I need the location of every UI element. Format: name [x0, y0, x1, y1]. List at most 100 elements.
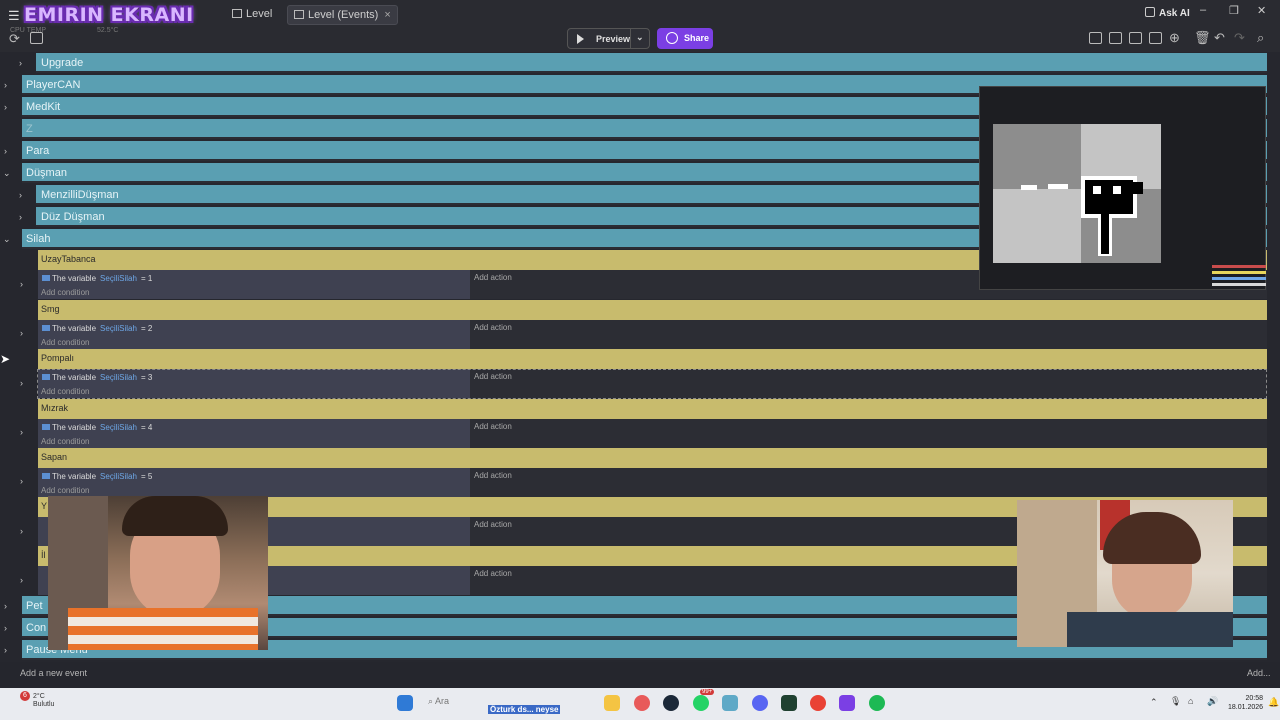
chevron-right-icon[interactable]: ›: [4, 102, 7, 112]
condition-line[interactable]: The variable SeçiliSilah = 5: [42, 472, 152, 481]
condition-block[interactable]: The variable SeçiliSilah = 1 Add condition: [38, 270, 470, 299]
taskbar-search[interactable]: ⌕ Ara: [428, 696, 449, 707]
chrome-icon[interactable]: [810, 695, 826, 711]
chevron-right-icon[interactable]: ›: [4, 80, 7, 90]
action-block[interactable]: Add action: [470, 468, 1267, 497]
save-icon[interactable]: [30, 32, 43, 44]
undo-icon[interactable]: ↶: [1214, 30, 1225, 46]
condition-prefix: The variable: [52, 423, 97, 432]
add-circle-icon[interactable]: ⊕: [1169, 30, 1180, 46]
add-group-icon[interactable]: [1089, 32, 1102, 44]
share-button[interactable]: Share: [657, 28, 713, 49]
chevron-right-icon[interactable]: ›: [4, 601, 7, 611]
chevron-right-icon[interactable]: ›: [20, 526, 23, 536]
group-label: MenzilliDüşman: [41, 189, 119, 201]
redo-icon[interactable]: ↷: [1234, 30, 1245, 46]
construct-icon[interactable]: [839, 695, 855, 711]
ask-ai-button[interactable]: Ask AI: [1145, 7, 1190, 19]
tray-chevron-up-icon[interactable]: ⌃: [1150, 697, 1158, 708]
chevron-down-icon[interactable]: ⌄: [3, 168, 11, 179]
event-header[interactable]: Smg: [38, 300, 1267, 320]
group-label: Z: [26, 123, 33, 135]
windows-start-icon[interactable]: [397, 695, 413, 711]
hamburger-menu-icon[interactable]: ☰: [8, 8, 20, 24]
notifications-icon[interactable]: 🔔: [1268, 697, 1279, 708]
search-icon[interactable]: ⌕: [1257, 30, 1264, 46]
whatsapp-icon[interactable]: [693, 695, 709, 711]
close-window-icon[interactable]: ✕: [1257, 4, 1266, 17]
action-block[interactable]: Add action: [470, 419, 1267, 448]
clock-date: 18.01.2026: [1228, 704, 1264, 711]
discord-icon[interactable]: [752, 695, 768, 711]
chevron-right-icon[interactable]: ›: [4, 146, 7, 156]
variable-name: SeçiliSilah: [100, 423, 137, 432]
chevron-right-icon[interactable]: ›: [19, 58, 22, 68]
condition-line[interactable]: The variable SeçiliSilah = 4: [42, 423, 152, 432]
add-action-link[interactable]: Add action: [474, 323, 512, 332]
add-action-link[interactable]: Add action: [474, 273, 512, 282]
variable-name: SeçiliSilah: [100, 324, 137, 333]
microphone-icon[interactable]: 🎙: [1170, 696, 1181, 707]
add-folder-icon[interactable]: [1109, 32, 1122, 44]
condition-block[interactable]: The variable SeçiliSilah = 4 Add condition: [38, 419, 470, 448]
event-header[interactable]: Pompalı: [38, 349, 1267, 369]
add-action-link[interactable]: Add action: [474, 569, 512, 578]
event-header[interactable]: Sapan: [38, 448, 1267, 468]
add-action-link[interactable]: Add action: [474, 520, 512, 529]
chevron-down-icon[interactable]: ⌄: [3, 234, 11, 245]
volume-icon[interactable]: 🔊: [1207, 696, 1218, 707]
maximize-icon[interactable]: ❐: [1229, 4, 1239, 17]
add-condition-link[interactable]: Add condition: [41, 288, 89, 297]
add-condition-link[interactable]: Add condition: [41, 486, 89, 495]
chevron-right-icon[interactable]: ›: [4, 645, 7, 655]
chevron-right-icon[interactable]: ›: [4, 623, 7, 633]
weather-widget[interactable]: 2°C Bulutlu: [33, 693, 54, 709]
chat-icon[interactable]: [1149, 32, 1162, 44]
minimize-icon[interactable]: –: [1200, 4, 1206, 16]
tab-level[interactable]: Level: [226, 5, 278, 25]
close-tab-icon[interactable]: ×: [384, 9, 390, 21]
add-action-link[interactable]: Add action: [474, 422, 512, 431]
chevron-right-icon[interactable]: ›: [19, 212, 22, 222]
event-header[interactable]: Mızrak: [38, 399, 1267, 419]
condition-block[interactable]: The variable SeçiliSilah = 5 Add condition: [38, 468, 470, 497]
add-comment-icon[interactable]: [1129, 32, 1142, 44]
chevron-right-icon[interactable]: ›: [20, 279, 23, 289]
add-action-link[interactable]: Add action: [474, 471, 512, 480]
chevron-down-icon[interactable]: ⌄: [636, 32, 644, 43]
operator: =: [140, 423, 146, 432]
condition-line[interactable]: The variable SeçiliSilah = 1: [42, 274, 152, 283]
add-condition-link[interactable]: Add condition: [41, 338, 89, 347]
condition-line[interactable]: The variable SeçiliSilah = 2: [42, 324, 152, 333]
share-label: Share: [684, 33, 710, 43]
preview-button[interactable]: Preview ⌄: [567, 28, 650, 49]
debug-bar-blue: [1212, 277, 1266, 280]
file-explorer-icon[interactable]: [604, 695, 620, 711]
chevron-right-icon[interactable]: ›: [20, 378, 23, 388]
chevron-right-icon[interactable]: ›: [20, 476, 23, 486]
tab-level-events[interactable]: Level (Events) ×: [287, 5, 398, 25]
operator: =: [140, 274, 146, 283]
app-green-icon[interactable]: [781, 695, 797, 711]
chevron-right-icon[interactable]: ›: [20, 328, 23, 338]
add-menu-link[interactable]: Add...: [1247, 668, 1271, 678]
delete-icon[interactable]: 🗑: [1194, 30, 1211, 46]
condition-block[interactable]: The variable SeçiliSilah = 2 Add condition: [38, 320, 470, 349]
ask-ai-label: Ask AI: [1159, 8, 1190, 19]
refresh-icon[interactable]: ⟳: [9, 31, 20, 47]
app-icon[interactable]: [722, 695, 738, 711]
notification-badge[interactable]: 6: [20, 691, 30, 701]
add-condition-link[interactable]: Add condition: [41, 437, 89, 446]
spotify-icon[interactable]: [869, 695, 885, 711]
webcam-left: [48, 496, 268, 650]
action-block[interactable]: Add action: [470, 320, 1267, 349]
steam-icon[interactable]: [663, 695, 679, 711]
opera-icon[interactable]: [634, 695, 650, 711]
add-new-event-link[interactable]: Add a new event: [20, 668, 87, 678]
network-icon[interactable]: ⌂: [1188, 696, 1193, 706]
chevron-right-icon[interactable]: ›: [19, 190, 22, 200]
chevron-right-icon[interactable]: ›: [20, 575, 23, 585]
chevron-right-icon[interactable]: ›: [20, 427, 23, 437]
system-clock[interactable]: 20:58 18.01.2026: [1228, 694, 1263, 712]
group-upgrade[interactable]: Upgrade: [36, 53, 1267, 73]
